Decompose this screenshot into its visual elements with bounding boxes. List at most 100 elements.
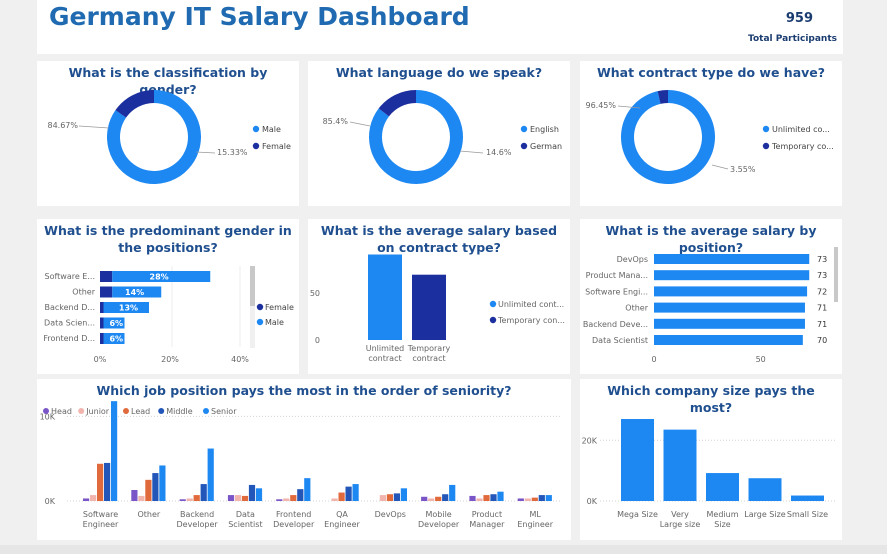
slice-value-label: 84.67% <box>47 121 78 130</box>
bar <box>706 473 739 501</box>
data-label: 70 <box>817 336 827 345</box>
category-label: Medium <box>707 510 739 519</box>
category-label: ML <box>530 510 542 519</box>
slice-value-label: 14.6% <box>486 148 512 157</box>
bar <box>654 335 803 345</box>
bar-segment <box>100 271 113 282</box>
total-participants-value: 959 <box>785 11 813 26</box>
legend-marker <box>123 408 129 414</box>
seniority-bar-chart[interactable]: 10K0KHead Junior Lead Middle SeniorSoftwareE… <box>37 379 571 540</box>
bar <box>517 498 524 501</box>
category-label: Mobile <box>425 510 451 519</box>
bar <box>193 495 200 501</box>
bar <box>538 495 545 501</box>
contract-donut-chart[interactable]: 96.45% 3.55% Unlimited co... Temporary co..… <box>580 61 842 206</box>
data-label: 14% <box>125 288 144 297</box>
bar <box>207 448 214 501</box>
legend-label: Middle <box>166 407 193 416</box>
gender-position-card[interactable]: What is the predominant gender in the po… <box>37 219 299 374</box>
legend-marker <box>762 125 770 133</box>
category-label: Large size <box>660 520 701 529</box>
bar <box>234 495 242 501</box>
bar <box>621 419 654 501</box>
seniority-card[interactable]: Which job position pays the most in the … <box>37 379 571 540</box>
bar <box>748 478 782 501</box>
salary-contract-card[interactable]: What is the average salary based on cont… <box>308 219 570 374</box>
legend-marker <box>158 408 165 414</box>
bar <box>200 484 207 501</box>
slice-value-label: 3.55% <box>730 165 756 174</box>
category-label: Data <box>236 510 255 519</box>
legend-label: Male <box>262 125 281 134</box>
category-label: QA <box>336 510 348 519</box>
legend-label: Unlimited cont... <box>498 300 564 309</box>
salary-position-bar-chart[interactable]: DevOps 73 Product Mana... 73 Software Engi..… <box>580 219 842 374</box>
category-label: Other <box>625 304 648 313</box>
bar <box>368 254 402 340</box>
bar <box>435 496 442 501</box>
bar <box>152 473 159 501</box>
bar <box>412 274 446 340</box>
company-size-card[interactable]: Which company size pays the most? 20K 0K M… <box>580 379 842 540</box>
data-label: 6% <box>109 335 123 344</box>
bar <box>345 486 352 501</box>
bar <box>241 495 249 501</box>
bar-segment <box>100 317 104 329</box>
legend-marker <box>520 125 528 133</box>
leader-line <box>711 164 729 170</box>
leader-line <box>459 150 484 154</box>
legend-label: Lead <box>131 407 150 416</box>
bar <box>379 495 386 501</box>
salary-contract-bar-chart[interactable]: UnlimitedcontractTemporarycontract500Unl… <box>308 219 570 374</box>
bar <box>490 494 497 501</box>
bar <box>654 318 805 329</box>
gender-position-bar-chart[interactable]: Software E... 28% Other 14% Backend D... 13% D… <box>37 219 299 374</box>
category-label: Backend <box>180 510 214 519</box>
category-label: Temporary <box>407 344 451 353</box>
data-label: 73 <box>817 271 827 280</box>
leader-line <box>349 121 371 127</box>
bar <box>654 302 805 313</box>
category-label: Scientist <box>228 520 262 529</box>
data-label: 13% <box>119 304 138 313</box>
gender-card[interactable]: What is the classification by gender? 84… <box>37 61 299 206</box>
salary-position-card[interactable]: What is the average salary by position? … <box>580 219 842 374</box>
bar <box>276 499 283 501</box>
bar <box>145 479 152 501</box>
bar <box>663 429 697 501</box>
bar <box>283 498 290 501</box>
legend-marker <box>43 408 49 414</box>
category-label: contract <box>412 354 445 363</box>
bar <box>255 488 263 501</box>
bar <box>131 490 138 501</box>
language-donut-chart[interactable]: 85.4% 14.6% English German <box>308 61 570 206</box>
axis-tick-label: 0K <box>587 497 598 506</box>
legend-marker <box>256 318 264 326</box>
bar-segment <box>100 286 113 298</box>
scrollbar-thumb <box>834 247 838 302</box>
category-label: Very <box>671 510 689 519</box>
legend-label: Temporary co... <box>771 142 834 151</box>
category-label: Software Engi... <box>585 287 648 296</box>
data-label: 28% <box>150 273 169 282</box>
bar <box>524 498 531 501</box>
header-card: Germany IT Salary Dashboard 959 Total Pa… <box>37 0 843 54</box>
legend-label: Head <box>51 407 72 416</box>
bar <box>138 495 145 501</box>
gender-donut-chart[interactable]: 84.67% 15.33% Male Female <box>37 61 299 206</box>
scrollbar-thumb <box>250 266 255 306</box>
language-card[interactable]: What language do we speak? 85.4% 14.6% Eng… <box>308 61 570 206</box>
bar <box>304 478 311 501</box>
company-size-bar-chart[interactable]: 20K 0K Mega Size VeryLarge size MediumSize La… <box>580 379 842 540</box>
category-label: Engineer <box>324 520 360 529</box>
bar <box>186 498 193 501</box>
data-label: 71 <box>817 320 827 329</box>
category-label: Size <box>714 520 731 529</box>
category-label: Other <box>72 288 95 297</box>
category-label: DevOps <box>617 255 648 264</box>
bar <box>297 489 304 501</box>
bar <box>791 495 824 501</box>
category-label: DevOps <box>375 510 406 519</box>
legend-marker <box>520 142 528 150</box>
contract-card[interactable]: What contract type do we have? 96.45% 3.5… <box>580 61 842 206</box>
